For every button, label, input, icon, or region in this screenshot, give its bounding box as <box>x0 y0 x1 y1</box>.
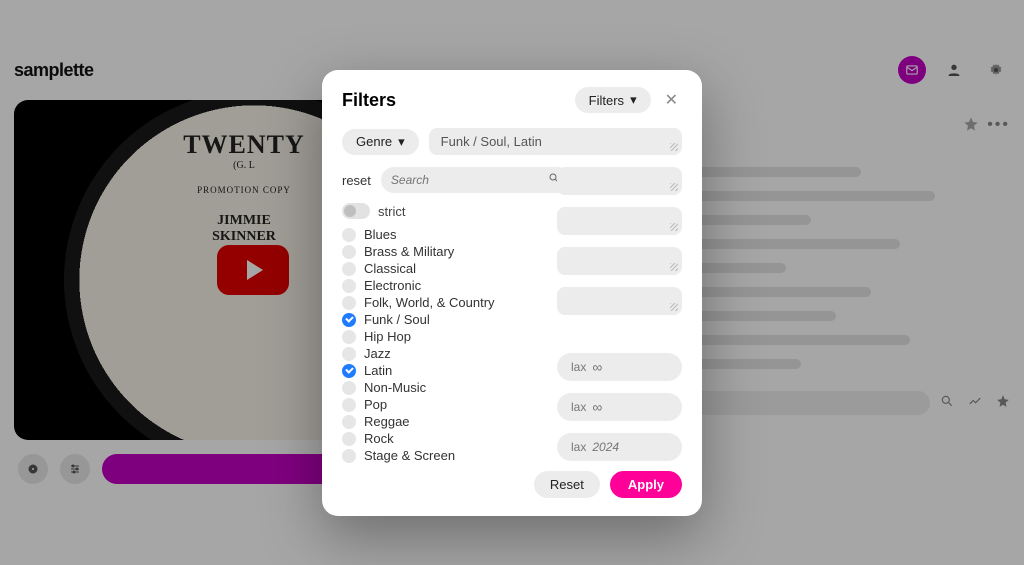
genre-option-label: Hip Hop <box>364 329 411 344</box>
modal-overlay[interactable]: Filters Filters ▾ ✕ Genre ▾ Funk / Soul,… <box>0 0 1024 565</box>
modal-header: Filters Filters ▾ ✕ <box>342 86 682 114</box>
chevron-down-icon: ▾ <box>630 92 637 108</box>
genre-row: Genre ▾ Funk / Soul, Latin <box>342 128 682 155</box>
checkbox-icon <box>342 449 356 463</box>
reset-link[interactable]: reset <box>342 173 371 188</box>
genre-option-label: Funk / Soul <box>364 312 430 327</box>
ghost-field[interactable] <box>557 247 682 275</box>
genre-option-label: Pop <box>364 397 387 412</box>
genre-option[interactable]: Latin <box>342 363 547 378</box>
checkbox-icon <box>342 245 356 259</box>
genre-option[interactable]: Electronic <box>342 278 547 293</box>
modal-footer: Reset Apply <box>342 471 682 498</box>
genre-option-label: Jazz <box>364 346 391 361</box>
filters-dropdown-label: Filters <box>589 93 624 108</box>
genre-option[interactable]: Hip Hop <box>342 329 547 344</box>
genre-option-label: Latin <box>364 363 392 378</box>
genre-list: Blues Brass & Military Classical Electronic… <box>342 227 547 463</box>
checkbox-checked-icon <box>342 364 356 378</box>
lax-label: lax <box>571 440 586 454</box>
right-side-fields: lax ∞ lax ∞ lax 2024 <box>557 167 682 461</box>
checkbox-icon <box>342 228 356 242</box>
checkbox-icon <box>342 415 356 429</box>
checkbox-checked-icon <box>342 313 356 327</box>
lax-pill[interactable]: lax ∞ <box>557 393 682 421</box>
genre-option[interactable]: Brass & Military <box>342 244 547 259</box>
genre-option-label: Blues <box>364 227 397 242</box>
chevron-down-icon: ▾ <box>398 134 405 150</box>
genre-option-label: Classical <box>364 261 416 276</box>
ghost-field[interactable] <box>557 167 682 195</box>
modal-title: Filters <box>342 90 396 111</box>
checkbox-icon <box>342 330 356 344</box>
strict-label: strict <box>378 204 405 219</box>
checkbox-icon <box>342 296 356 310</box>
checkbox-icon <box>342 381 356 395</box>
genre-option[interactable]: Pop <box>342 397 547 412</box>
filters-dropdown[interactable]: Filters ▾ <box>575 87 651 113</box>
lax-label: lax <box>571 360 586 374</box>
genre-option-label: Brass & Military <box>364 244 454 259</box>
genre-option-label: Non-Music <box>364 380 426 395</box>
genre-option-label: Stage & Screen <box>364 448 455 463</box>
strict-toggle[interactable] <box>342 203 370 219</box>
genre-option-label: Reggae <box>364 414 410 429</box>
app-root: samplette TWENTY (G. L PROMOTION COPY JI… <box>0 0 1024 565</box>
genre-option-label: Rock <box>364 431 394 446</box>
apply-button[interactable]: Apply <box>610 471 682 498</box>
genre-option[interactable]: Non-Music <box>342 380 547 395</box>
genre-option[interactable]: Folk, World, & Country <box>342 295 547 310</box>
checkbox-icon <box>342 398 356 412</box>
genre-option[interactable]: Funk / Soul <box>342 312 547 327</box>
reset-button[interactable]: Reset <box>534 471 600 498</box>
genre-option[interactable]: Reggae <box>342 414 547 429</box>
lax-pill[interactable]: lax ∞ <box>557 353 682 381</box>
modal-body: reset strict Blues Brass & Military Classi… <box>342 167 682 463</box>
genre-option-label: Electronic <box>364 278 421 293</box>
genre-value[interactable]: Funk / Soul, Latin <box>429 128 682 155</box>
checkbox-icon <box>342 279 356 293</box>
lax-year: 2024 <box>592 440 619 454</box>
genre-option-label: Folk, World, & Country <box>364 295 495 310</box>
filters-modal: Filters Filters ▾ ✕ Genre ▾ Funk / Soul,… <box>322 70 702 516</box>
genre-option[interactable]: Jazz <box>342 346 547 361</box>
checkbox-icon <box>342 347 356 361</box>
genre-dropdown-label: Genre <box>356 134 392 149</box>
genre-option[interactable]: Classical <box>342 261 547 276</box>
ghost-field[interactable] <box>557 287 682 315</box>
infinity-icon: ∞ <box>592 359 602 375</box>
genre-option[interactable]: Rock <box>342 431 547 446</box>
checkbox-icon <box>342 262 356 276</box>
genre-search[interactable] <box>381 167 570 193</box>
ghost-field[interactable] <box>557 207 682 235</box>
lax-label: lax <box>571 400 586 414</box>
close-icon[interactable]: ✕ <box>661 86 682 114</box>
genre-option[interactable]: Blues <box>342 227 547 242</box>
lax-year-pill[interactable]: lax 2024 <box>557 433 682 461</box>
checkbox-icon <box>342 432 356 446</box>
genre-option[interactable]: Stage & Screen <box>342 448 547 463</box>
search-input[interactable] <box>391 173 548 187</box>
genre-dropdown[interactable]: Genre ▾ <box>342 129 419 155</box>
infinity-icon: ∞ <box>592 399 602 415</box>
